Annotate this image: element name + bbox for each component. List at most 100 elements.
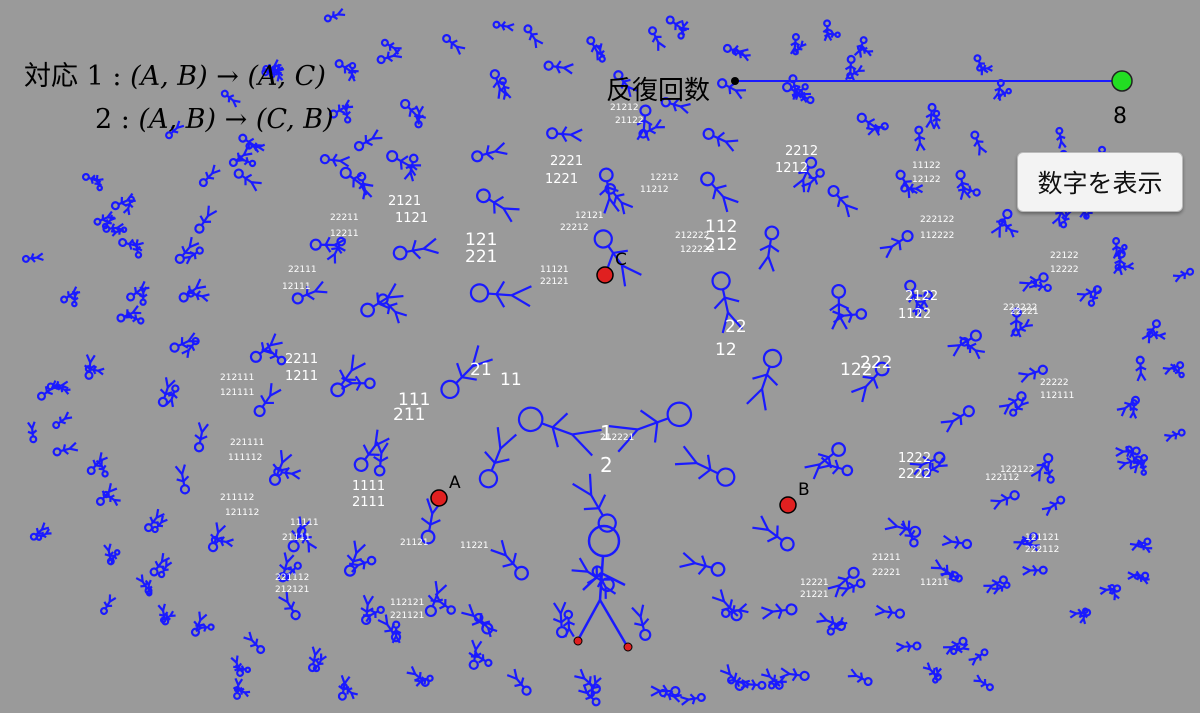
stick-figure [1041, 460, 1055, 484]
stick-figure [746, 348, 783, 411]
figure-number-label: 21122 [615, 116, 644, 126]
stick-figure [914, 125, 926, 152]
stick-figure [789, 33, 801, 55]
stick-figure [970, 130, 988, 156]
stick-figure [968, 648, 989, 666]
point-b-label: B [798, 480, 810, 500]
stick-figure [1141, 319, 1161, 344]
figure-number-label: 2211 [285, 352, 318, 367]
figure-number-label: 1122 [898, 307, 931, 322]
stick-figure [779, 667, 810, 682]
stick-figure [932, 109, 941, 130]
point-b-dot[interactable] [779, 496, 797, 514]
figure-number-label: 2122 [905, 289, 938, 304]
rule-1-number: 1 [86, 61, 104, 92]
slider-handle[interactable] [1111, 70, 1133, 92]
figure-number-label: 121121 [1025, 533, 1059, 543]
point-b[interactable]: B [779, 480, 810, 514]
stick-figure [1139, 459, 1148, 476]
rule-2-to: (C, B) [255, 104, 334, 135]
figure-number-label: 211112 [220, 493, 254, 503]
figure-number-label: 21121 [400, 538, 429, 548]
figure-number-label: 11122 [912, 161, 941, 171]
stick-figure [392, 237, 439, 261]
figure-number-label: 212111 [220, 373, 254, 383]
point-c-label: C [615, 250, 627, 270]
figure-number-label: 1222 [898, 451, 931, 466]
figure-number-label: 21211 [872, 553, 901, 563]
figure-number-label: 21111 [282, 533, 311, 543]
stick-figure [233, 168, 262, 192]
stick-figure [879, 230, 914, 259]
figure-number-label: 1221 [545, 172, 578, 187]
figure-number-label: 111112 [228, 453, 262, 463]
stick-figure [950, 642, 970, 656]
stick-figure [490, 539, 529, 581]
figure-number-label: 122222 [680, 245, 714, 255]
figure-number-label: 1211 [285, 369, 318, 384]
figure-number-label: 22111 [288, 265, 317, 275]
stick-figure [181, 336, 200, 358]
figure-number-label: 22211 [330, 213, 359, 223]
show-numbers-button[interactable]: 数字を表示 [1017, 152, 1183, 212]
stick-figure [21, 252, 44, 263]
stick-figure [717, 78, 747, 100]
stick-figure [469, 280, 532, 308]
figure-number-label: 221112 [275, 573, 309, 583]
stick-figure [711, 589, 743, 622]
figure-number-label: 21221 [800, 590, 829, 600]
stick-figure [339, 166, 374, 196]
stick-figure [818, 456, 854, 477]
stick-figure [947, 329, 982, 357]
stick-figure [126, 280, 150, 302]
stick-figure [52, 411, 73, 430]
figure-number-label: 212222 [675, 231, 709, 241]
rule-2-number: 2 [95, 104, 113, 135]
stick-figure [608, 401, 693, 453]
stick-figure [517, 406, 602, 457]
stick-figure [1116, 395, 1141, 417]
figure-number-label: 121111 [220, 388, 254, 398]
point-a-label: A [449, 473, 461, 493]
figure-number-label: 12222 [1050, 265, 1079, 275]
stick-figure [1022, 564, 1048, 577]
stick-figure [186, 289, 210, 303]
stick-figure [900, 183, 924, 194]
stick-figure [27, 421, 38, 444]
stick-figure [900, 520, 919, 548]
stick-figure [832, 307, 868, 324]
stick-figure [174, 464, 191, 495]
figure-number-label: 12221 [800, 578, 829, 588]
stick-figure [976, 64, 993, 73]
stick-figure [1028, 279, 1052, 292]
stick-figure [348, 555, 377, 573]
stick-figure [471, 142, 508, 163]
stick-figure [243, 631, 266, 655]
stick-figure [998, 391, 1027, 415]
stick-figure [829, 283, 850, 330]
stick-figure [194, 205, 218, 234]
figure-number-label: 11211 [920, 578, 949, 588]
figure-number-label: 122122 [1000, 465, 1034, 475]
point-c-dot[interactable] [596, 266, 614, 284]
point-a-dot[interactable] [430, 489, 448, 507]
figure-number-label: 2111 [352, 495, 385, 510]
stick-figure [492, 20, 515, 32]
iteration-value: 8 [1113, 104, 1127, 129]
figure-number-label: 11 [500, 370, 522, 390]
figure-number-label: 2121 [388, 194, 421, 209]
stick-figure [720, 602, 749, 618]
stick-figure [380, 38, 402, 55]
figure-number-label: 22222 [1040, 378, 1069, 388]
stick-figure [827, 184, 859, 218]
stick-figure [198, 164, 221, 188]
figure-number-label: 212221 [600, 433, 634, 443]
figure-number-label: 222 [860, 353, 892, 373]
point-a[interactable]: A [430, 473, 461, 507]
stick-figure [648, 26, 666, 51]
stick-figure [804, 442, 847, 480]
figure-number-label: 22121 [540, 277, 569, 287]
figure-number-label: 222112 [1025, 545, 1059, 555]
stick-figure [60, 286, 81, 304]
figure-number-label: 1111 [352, 479, 385, 494]
